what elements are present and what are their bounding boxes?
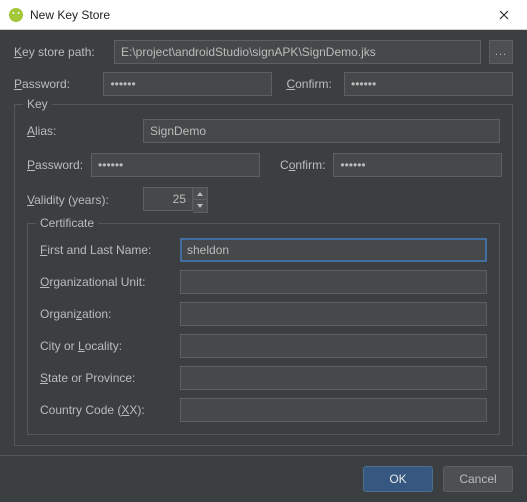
keystore-confirm-label: Confirm: (286, 77, 336, 91)
browse-button[interactable]: ... (489, 40, 513, 64)
first-last-input[interactable] (180, 238, 487, 262)
validity-up-button[interactable] (193, 188, 207, 200)
keystore-password-label: Password: (14, 77, 95, 91)
keystore-confirm-input[interactable] (344, 72, 513, 96)
state-input[interactable] (180, 366, 487, 390)
state-label: State or Province: (40, 371, 172, 385)
validity-input[interactable] (143, 187, 193, 211)
key-confirm-label: Confirm: (280, 158, 325, 172)
first-last-label: First and Last Name: (40, 243, 172, 257)
key-fieldset: Key Alias: Password: Confirm: Validity (… (14, 104, 513, 446)
alias-input[interactable] (143, 119, 500, 143)
country-input[interactable] (180, 398, 487, 422)
validity-down-button[interactable] (193, 200, 207, 212)
title-bar: New Key Store (0, 0, 527, 30)
dialog-footer: OK Cancel (0, 455, 527, 502)
validity-label: Validity (years): (27, 193, 135, 207)
key-legend: Key (23, 97, 52, 111)
close-button[interactable] (489, 0, 519, 30)
keystore-path-label: Key store path: (14, 45, 106, 59)
certificate-fieldset: Certificate First and Last Name: Organiz… (27, 223, 500, 435)
app-icon (8, 7, 24, 23)
org-unit-input[interactable] (180, 270, 487, 294)
keystore-password-input[interactable] (103, 72, 272, 96)
window-title: New Key Store (30, 8, 489, 22)
keystore-path-input[interactable] (114, 40, 481, 64)
org-unit-label: Organizational Unit: (40, 275, 172, 289)
key-password-label: Password: (27, 158, 83, 172)
city-input[interactable] (180, 334, 487, 358)
alias-label: Alias: (27, 124, 135, 138)
city-label: City or Locality: (40, 339, 172, 353)
key-confirm-input[interactable] (333, 153, 502, 177)
certificate-legend: Certificate (36, 216, 98, 230)
ok-button[interactable]: OK (363, 466, 433, 492)
organization-label: Organization: (40, 307, 172, 321)
cancel-button[interactable]: Cancel (443, 466, 513, 492)
key-password-input[interactable] (91, 153, 260, 177)
country-label: Country Code (XX): (40, 403, 172, 417)
organization-input[interactable] (180, 302, 487, 326)
